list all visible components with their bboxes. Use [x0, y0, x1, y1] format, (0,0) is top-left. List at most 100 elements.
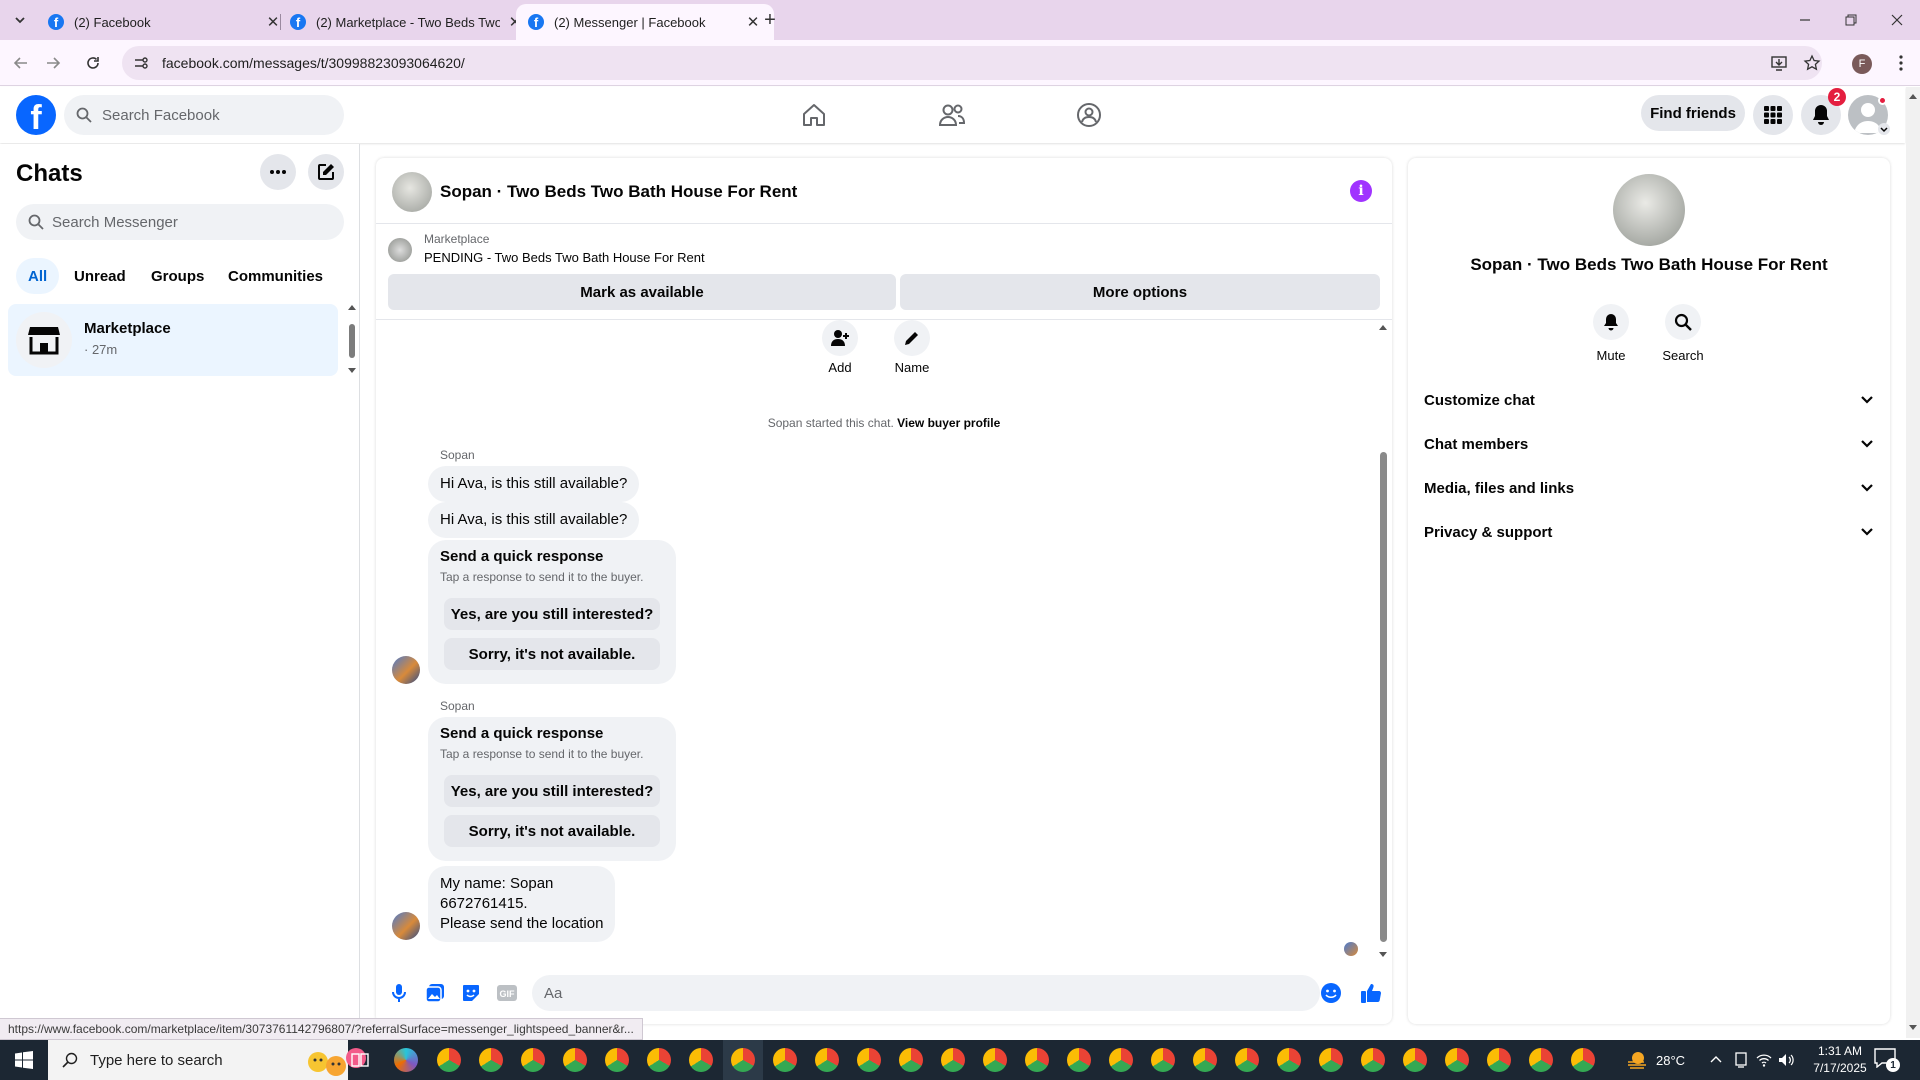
chrome-app-icon-active[interactable] [731, 1048, 755, 1072]
quick-reply-not-available-button[interactable]: Sorry, it's not available. [444, 638, 660, 670]
facebook-search-input[interactable]: Search Facebook [64, 95, 344, 135]
chrome-app-icon[interactable] [773, 1048, 797, 1072]
restore-button[interactable] [1828, 0, 1874, 40]
chrome-app-icon[interactable] [563, 1048, 587, 1072]
mute-action[interactable]: Mute [1576, 304, 1646, 363]
sender-avatar[interactable] [392, 912, 420, 940]
scroll-up-arrow-icon[interactable] [348, 304, 356, 310]
add-people-action[interactable]: Add [810, 320, 870, 375]
gif-button[interactable]: GIF [494, 980, 520, 1006]
listing-status[interactable]: PENDING - Two Beds Two Bath House For Re… [424, 250, 705, 265]
chrome-app-icon[interactable] [521, 1048, 545, 1072]
chevron-up-icon[interactable] [1710, 1054, 1722, 1064]
name-chat-action[interactable]: Name [882, 320, 942, 375]
message-input[interactable]: Aa [532, 975, 1320, 1011]
chrome-app-icon[interactable] [1571, 1048, 1595, 1072]
chrome-app-icon[interactable] [983, 1048, 1007, 1072]
chat-list-scrollbar[interactable] [346, 304, 358, 374]
sticker-button[interactable] [458, 980, 484, 1006]
chat-options-button[interactable] [260, 154, 296, 190]
browser-tab-messenger[interactable]: f (2) Messenger | Facebook ✕ [516, 4, 774, 40]
info-icon[interactable]: i [1350, 180, 1372, 202]
scroll-down-arrow-icon[interactable] [1379, 952, 1387, 958]
scroll-thumb[interactable] [349, 324, 355, 358]
browser-tab-marketplace[interactable]: f (2) Marketplace - Two Beds Two ✕ [278, 4, 536, 40]
task-view-icon[interactable] [350, 1050, 370, 1070]
filter-groups[interactable]: Groups [139, 258, 216, 294]
address-bar[interactable]: facebook.com/messages/t/3099882309306462… [122, 46, 1822, 80]
chrome-app-icon[interactable] [479, 1048, 503, 1072]
chrome-app-icon[interactable] [1067, 1048, 1091, 1072]
thread-scrollbar[interactable] [1376, 320, 1390, 962]
quick-reply-still-interested-button[interactable]: Yes, are you still interested? [444, 775, 660, 807]
chat-info-avatar[interactable] [1613, 174, 1685, 246]
reload-button[interactable] [78, 48, 108, 78]
sender-avatar[interactable] [392, 656, 420, 684]
quick-reply-still-interested-button[interactable]: Yes, are you still interested? [444, 598, 660, 630]
privacy-support-section[interactable]: Privacy & support [1424, 514, 1874, 550]
conversation-title[interactable]: Sopan · Two Beds Two Bath House For Rent [440, 182, 797, 202]
chrome-app-icon[interactable] [1319, 1048, 1343, 1072]
action-center-button[interactable]: 1 [1874, 1048, 1900, 1072]
volume-icon[interactable] [1778, 1052, 1794, 1068]
device-icon[interactable] [1734, 1052, 1748, 1068]
new-tab-button[interactable]: + [758, 8, 782, 32]
chrome-app-icon[interactable] [1403, 1048, 1427, 1072]
chrome-app-icon[interactable] [815, 1048, 839, 1072]
chrome-app-icon[interactable] [437, 1048, 461, 1072]
message-bubble[interactable]: My name: Sopan 6672761415. Please send t… [428, 866, 616, 942]
chrome-app-icon[interactable] [689, 1048, 713, 1072]
chrome-app-icon[interactable] [605, 1048, 629, 1072]
menu-button[interactable] [1753, 95, 1793, 135]
chrome-app-icon[interactable] [1445, 1048, 1469, 1072]
minimize-button[interactable] [1782, 0, 1828, 40]
chrome-app-icon[interactable] [1277, 1048, 1301, 1072]
scroll-down-arrow-icon[interactable] [1909, 1025, 1917, 1031]
mark-as-available-button[interactable]: Mark as available [388, 274, 896, 310]
wifi-icon[interactable] [1756, 1052, 1772, 1068]
like-button[interactable] [1358, 980, 1384, 1006]
search-in-conversation-action[interactable]: Search [1648, 304, 1718, 363]
facebook-logo[interactable]: f [16, 95, 56, 135]
filter-all[interactable]: All [16, 258, 60, 294]
start-button[interactable] [0, 1040, 48, 1080]
conversation-avatar[interactable] [392, 172, 432, 212]
nav-home[interactable] [786, 95, 842, 135]
messenger-search-input[interactable]: Search Messenger [16, 204, 344, 240]
chrome-app-icon[interactable] [899, 1048, 923, 1072]
chrome-app-icon[interactable] [1235, 1048, 1259, 1072]
find-friends-button[interactable]: Find friends [1641, 95, 1745, 131]
chrome-app-icon[interactable] [1109, 1048, 1133, 1072]
message-bubble[interactable]: Hi Ava, is this still available? [428, 466, 640, 502]
browser-tab-facebook[interactable]: f (2) Facebook ✕ [36, 4, 294, 40]
bookmark-button[interactable] [1797, 48, 1827, 78]
chrome-app-icon[interactable] [1193, 1048, 1217, 1072]
nav-friends[interactable] [924, 95, 980, 135]
chrome-app-icon[interactable] [1361, 1048, 1385, 1072]
scroll-thumb[interactable] [1380, 452, 1387, 942]
new-message-button[interactable] [308, 154, 344, 190]
emoji-button[interactable] [1320, 982, 1342, 1004]
customize-chat-section[interactable]: Customize chat [1424, 382, 1874, 418]
site-info-icon[interactable] [132, 54, 150, 72]
weather-widget[interactable]: 28°C [1626, 1040, 1685, 1080]
voice-clip-button[interactable] [386, 980, 412, 1006]
taskbar-search-box[interactable]: Type here to search [48, 1040, 366, 1080]
scroll-down-arrow-icon[interactable] [348, 368, 356, 374]
view-buyer-profile-link[interactable]: View buyer profile [897, 416, 1000, 430]
quick-reply-not-available-button[interactable]: Sorry, it's not available. [444, 815, 660, 847]
chrome-app-icon[interactable] [1151, 1048, 1175, 1072]
forward-button[interactable] [38, 48, 68, 78]
chat-list-item-marketplace[interactable]: Marketplace · 27m [8, 304, 338, 376]
install-app-button[interactable] [1764, 48, 1794, 78]
filter-communities[interactable]: Communities [216, 258, 335, 294]
close-window-button[interactable] [1874, 0, 1920, 40]
tab-search-dropdown[interactable] [10, 10, 30, 30]
system-clock[interactable]: 1:31 AM 7/17/2025 [1800, 1043, 1880, 1077]
attach-photo-button[interactable] [422, 980, 448, 1006]
chrome-app-icon[interactable] [857, 1048, 881, 1072]
browser-menu-button[interactable] [1886, 48, 1916, 78]
page-scrollbar[interactable] [1906, 87, 1920, 1038]
chrome-app-icon[interactable] [1025, 1048, 1049, 1072]
chrome-app-icon[interactable] [941, 1048, 965, 1072]
